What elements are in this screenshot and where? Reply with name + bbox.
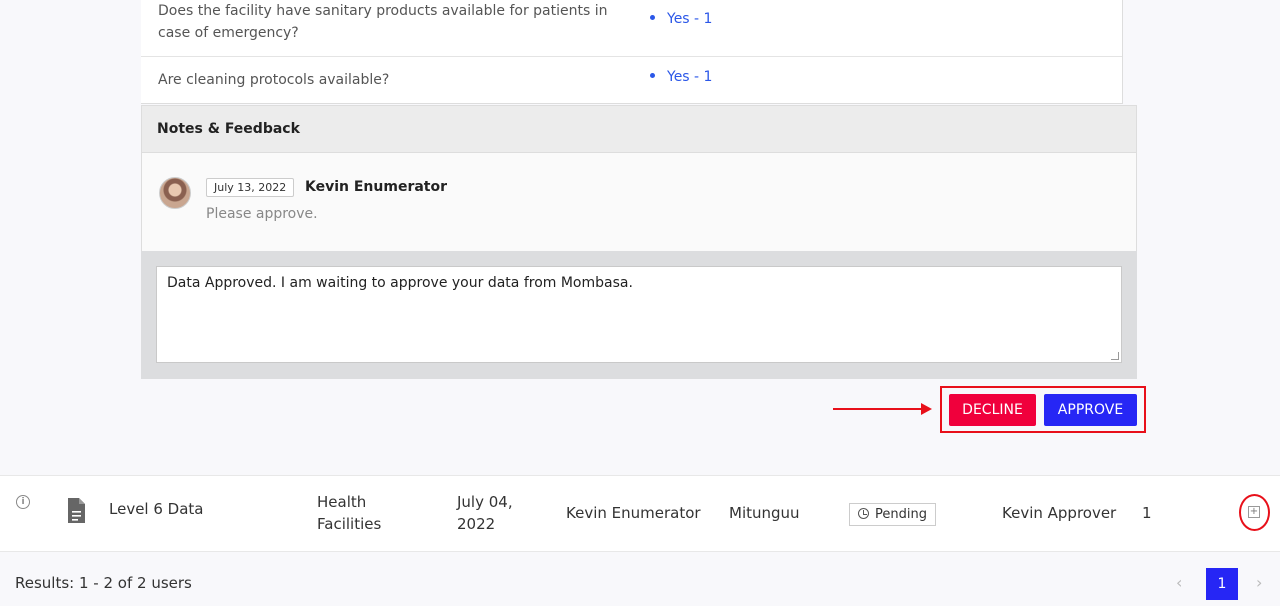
row-count: 1 bbox=[1142, 504, 1152, 522]
row-name: Level 6 Data bbox=[109, 500, 204, 518]
row-date: July 04, 2022 bbox=[457, 493, 513, 533]
reply-section: Data Approved. I am waiting to approve y… bbox=[141, 251, 1137, 379]
row-category: Health Facilities bbox=[317, 493, 382, 533]
answer-text: Yes - 1 bbox=[667, 69, 713, 85]
answer-text: Yes - 1 bbox=[667, 11, 713, 27]
bullet-icon bbox=[650, 72, 655, 78]
row-location: Mitunguu bbox=[729, 504, 800, 522]
feedback-text: Data Approved. I am waiting to approve y… bbox=[167, 275, 633, 291]
annotation-arrow-head-icon bbox=[921, 403, 932, 415]
bullet-icon bbox=[650, 14, 655, 20]
note-date-badge: July 13, 2022 bbox=[206, 178, 295, 197]
question-row: Does the facility have sanitary products… bbox=[141, 0, 1123, 57]
next-page-icon[interactable]: › bbox=[1256, 573, 1262, 592]
scroll-divider bbox=[1122, 0, 1123, 104]
table-row[interactable]: i Level 6 Data Health Facilities July 04… bbox=[0, 475, 1280, 552]
avatar bbox=[159, 177, 191, 209]
clock-icon bbox=[858, 508, 869, 519]
notes-title: Notes & Feedback bbox=[157, 121, 300, 137]
expand-icon[interactable]: + bbox=[1248, 506, 1260, 518]
questions-panel: Does the facility have sanitary products… bbox=[141, 0, 1123, 104]
info-icon[interactable]: i bbox=[16, 495, 30, 509]
decline-button[interactable]: DECLINE bbox=[949, 394, 1036, 426]
resize-handle-icon[interactable] bbox=[1111, 352, 1119, 360]
question-row: Are cleaning protocols available? Yes - … bbox=[141, 57, 1123, 103]
note-text: Please approve. bbox=[206, 206, 318, 222]
approve-button[interactable]: APPROVE bbox=[1044, 394, 1137, 426]
results-count: Results: 1 - 2 of 2 users bbox=[15, 574, 192, 592]
question-text: Does the facility have sanitary products… bbox=[158, 3, 608, 41]
annotation-arrow bbox=[833, 408, 923, 410]
note-author: Kevin Enumerator bbox=[305, 179, 448, 195]
notes-header: Notes & Feedback bbox=[141, 105, 1137, 153]
note-entry: July 13, 2022 Kevin Enumerator Please ap… bbox=[141, 153, 1137, 251]
page-number-button[interactable]: 1 bbox=[1206, 568, 1238, 600]
previous-page-icon[interactable]: ‹ bbox=[1176, 573, 1182, 592]
row-enumerator: Kevin Enumerator bbox=[566, 504, 701, 522]
feedback-textarea[interactable]: Data Approved. I am waiting to approve y… bbox=[156, 266, 1122, 363]
answer-item: Yes - 1 bbox=[650, 11, 712, 27]
question-text: Are cleaning protocols available? bbox=[158, 72, 390, 88]
document-icon bbox=[68, 498, 85, 523]
status-badge: Pending bbox=[849, 503, 936, 526]
answer-item: Yes - 1 bbox=[650, 69, 712, 85]
status-text: Pending bbox=[875, 507, 927, 522]
row-approver: Kevin Approver bbox=[1002, 504, 1117, 522]
